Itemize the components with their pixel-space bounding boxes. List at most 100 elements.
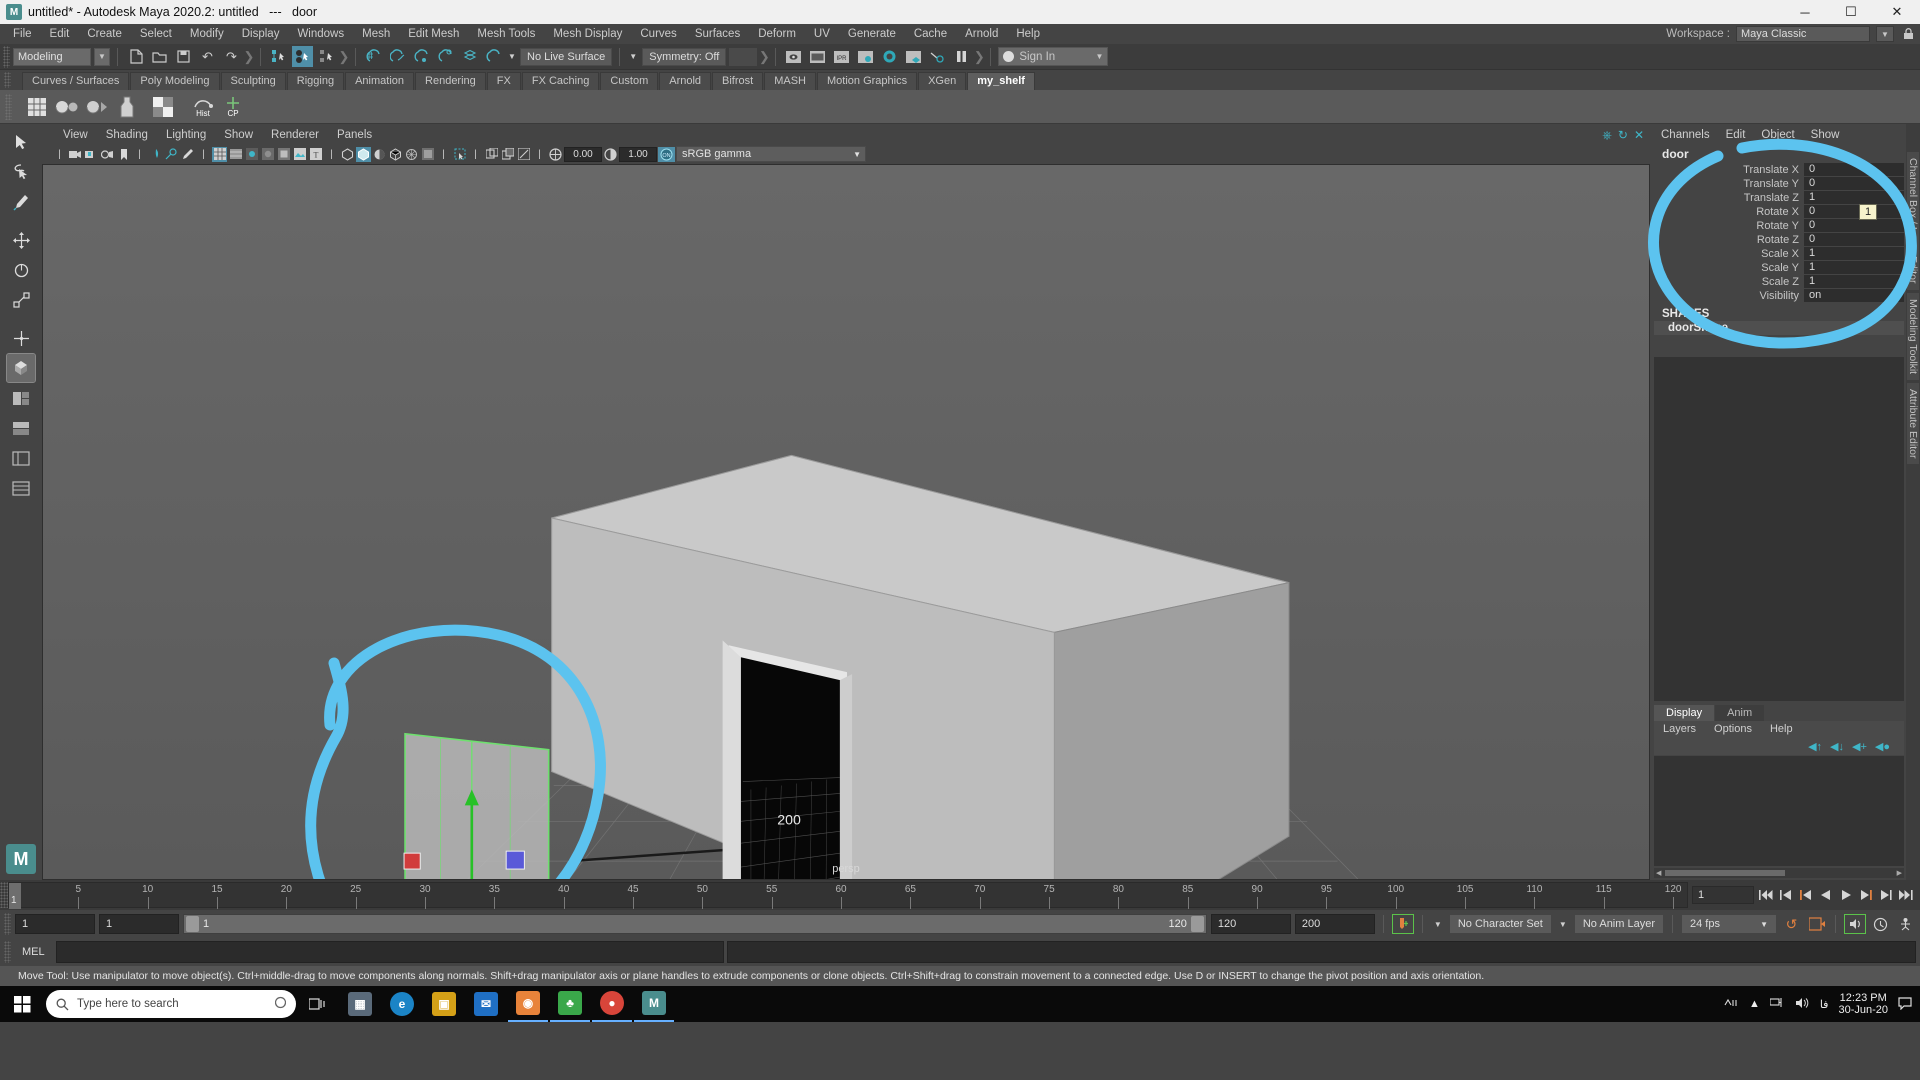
- text-display-icon[interactable]: T: [308, 147, 323, 162]
- shelf-icon-grip[interactable]: [5, 94, 12, 120]
- panel-diagonal-icon[interactable]: [516, 147, 531, 162]
- chevron-down-icon[interactable]: ▼: [1876, 26, 1894, 42]
- layout-persp-outliner-icon[interactable]: [7, 444, 35, 472]
- attr-value[interactable]: 0: [1804, 163, 1904, 176]
- menu-display[interactable]: Display: [233, 24, 289, 44]
- menu-surfaces[interactable]: Surfaces: [686, 24, 749, 44]
- shelf-tab-arnold[interactable]: Arnold: [659, 72, 712, 90]
- last-tool-used-icon[interactable]: [7, 324, 35, 352]
- anim-layer-chevron-icon[interactable]: ▼: [1556, 914, 1570, 935]
- gamma-field[interactable]: 1.00: [619, 146, 657, 162]
- mel-output-field[interactable]: [726, 941, 1916, 963]
- animation-preferences-icon[interactable]: [1870, 914, 1891, 935]
- snap-to-grid-icon[interactable]: [363, 46, 384, 67]
- hypershade-icon[interactable]: [879, 46, 900, 67]
- language-indicator[interactable]: فا: [1820, 998, 1829, 1011]
- sync-icon[interactable]: ⎈: [1602, 128, 1612, 143]
- shelf-grip[interactable]: [4, 72, 11, 88]
- menu-edit-mesh[interactable]: Edit Mesh: [399, 24, 468, 44]
- shelf-history-button[interactable]: Hist: [190, 94, 216, 120]
- step-forward-key-icon[interactable]: [1857, 886, 1874, 904]
- lighting-all-icon[interactable]: [356, 146, 371, 162]
- show-hidden-icons-icon[interactable]: ▲: [1749, 998, 1760, 1010]
- menu-select[interactable]: Select: [131, 24, 181, 44]
- ipr-render-icon[interactable]: IPR: [831, 46, 852, 67]
- range-handle-right[interactable]: [1190, 916, 1204, 932]
- time-slider-track[interactable]: 1 5 10 15 20 25 30 35 40 45 50 55 60 65 70 75 80 85 90 95 1…: [8, 882, 1688, 909]
- playback-start-field[interactable]: 1: [99, 914, 179, 934]
- color-management-toggle-icon[interactable]: ON: [658, 146, 675, 162]
- panel-zoom-icon[interactable]: [484, 147, 499, 162]
- taskbar-app-photos[interactable]: ◉: [508, 986, 548, 1022]
- redo-render-icon[interactable]: [807, 46, 828, 67]
- character-set-chevron-icon[interactable]: ▼: [1431, 914, 1445, 935]
- taskbar-app-edge[interactable]: e: [382, 986, 422, 1022]
- current-time-field[interactable]: 1: [1692, 886, 1754, 904]
- shelf-tab-rendering[interactable]: Rendering: [415, 72, 486, 90]
- cb-menu-channels[interactable]: Channels: [1654, 129, 1717, 141]
- animation-end-field[interactable]: 200: [1294, 914, 1375, 934]
- tab-display-layers[interactable]: Display: [1654, 705, 1715, 721]
- render-settings-icon[interactable]: [855, 46, 876, 67]
- wireframe-shading-icon[interactable]: [212, 146, 227, 162]
- snap-to-curve-icon[interactable]: [387, 46, 408, 67]
- scroll-thumb[interactable]: [1665, 870, 1786, 876]
- animation-start-field[interactable]: 1: [15, 914, 95, 934]
- smooth-shade-all-icon[interactable]: [228, 147, 243, 162]
- select-by-object-icon[interactable]: [292, 46, 313, 67]
- select-tool-icon[interactable]: [7, 128, 35, 156]
- shelf-tab-my-shelf[interactable]: my_shelf: [967, 72, 1035, 90]
- channel-row-translate-y[interactable]: Translate Y 0: [1654, 177, 1904, 190]
- make-live-icon[interactable]: [483, 46, 504, 67]
- select-by-component-icon[interactable]: [316, 46, 337, 67]
- character-set-select[interactable]: No Character Set: [1448, 914, 1552, 934]
- shelf-tab-curves-surfaces[interactable]: Curves / Surfaces: [22, 72, 130, 90]
- taskbar-search-box[interactable]: Type here to search: [46, 990, 296, 1018]
- render-current-frame-icon[interactable]: [783, 46, 804, 67]
- gamma-icon[interactable]: [603, 147, 618, 162]
- bookmark-icon[interactable]: [116, 147, 131, 162]
- menu-mesh-display[interactable]: Mesh Display: [544, 24, 631, 44]
- new-scene-icon[interactable]: [125, 46, 146, 67]
- move-tool-icon[interactable]: [7, 226, 35, 254]
- taskbar-app-calculator[interactable]: ▦: [340, 986, 380, 1022]
- image-plane-icon[interactable]: [148, 147, 163, 162]
- menu-create[interactable]: Create: [78, 24, 131, 44]
- shelf-sphere-variant-icon[interactable]: [84, 94, 110, 120]
- vp-menu-panels[interactable]: Panels: [328, 129, 381, 141]
- layer-list[interactable]: [1654, 756, 1904, 866]
- tab-anim-layers[interactable]: Anim: [1715, 705, 1765, 721]
- exposure-icon[interactable]: [548, 147, 563, 162]
- cb-menu-show[interactable]: Show: [1804, 129, 1847, 141]
- layout-single-pane-icon[interactable]: [7, 384, 35, 412]
- menu-curves[interactable]: Curves: [631, 24, 685, 44]
- character-preferences-icon[interactable]: [1895, 914, 1916, 935]
- menu-cache[interactable]: Cache: [905, 24, 956, 44]
- shelf-tab-sculpting[interactable]: Sculpting: [220, 72, 286, 90]
- lighting-default-icon[interactable]: [340, 147, 355, 162]
- toolbar-grip[interactable]: [3, 45, 10, 68]
- camera-icon[interactable]: [68, 147, 83, 162]
- command-language-label[interactable]: MEL: [14, 946, 53, 958]
- attr-value[interactable]: 0: [1804, 219, 1904, 232]
- minimize-button[interactable]: ─: [1782, 0, 1828, 24]
- menu-uv[interactable]: UV: [805, 24, 839, 44]
- attr-value[interactable]: 0: [1804, 177, 1904, 190]
- shelf-tab-poly-modeling[interactable]: Poly Modeling: [130, 72, 220, 90]
- shelf-tab-fx[interactable]: FX: [486, 72, 521, 90]
- menu-file[interactable]: File: [4, 24, 41, 44]
- layer-horizontal-scrollbar[interactable]: ◀ ▶: [1654, 868, 1904, 878]
- menu-set-select[interactable]: Modeling: [13, 47, 91, 66]
- move-layer-down-icon[interactable]: ◀↓: [1830, 740, 1844, 753]
- layout-two-pane-icon[interactable]: [7, 414, 35, 442]
- panel-layers-icon[interactable]: [500, 147, 515, 162]
- vp-menu-show[interactable]: Show: [215, 129, 262, 141]
- attr-value[interactable]: 0: [1804, 205, 1904, 218]
- shelf-tab-mash[interactable]: MASH: [764, 72, 816, 90]
- symmetry-field[interactable]: Symmetry: Off: [642, 47, 727, 66]
- play-forwards-icon[interactable]: [1837, 886, 1854, 904]
- layer-menu-options[interactable]: Options: [1705, 723, 1761, 735]
- range-slider[interactable]: 1 120: [183, 914, 1207, 934]
- channel-box-shape-name[interactable]: doorShape: [1654, 321, 1904, 335]
- command-line-grip[interactable]: [4, 941, 11, 963]
